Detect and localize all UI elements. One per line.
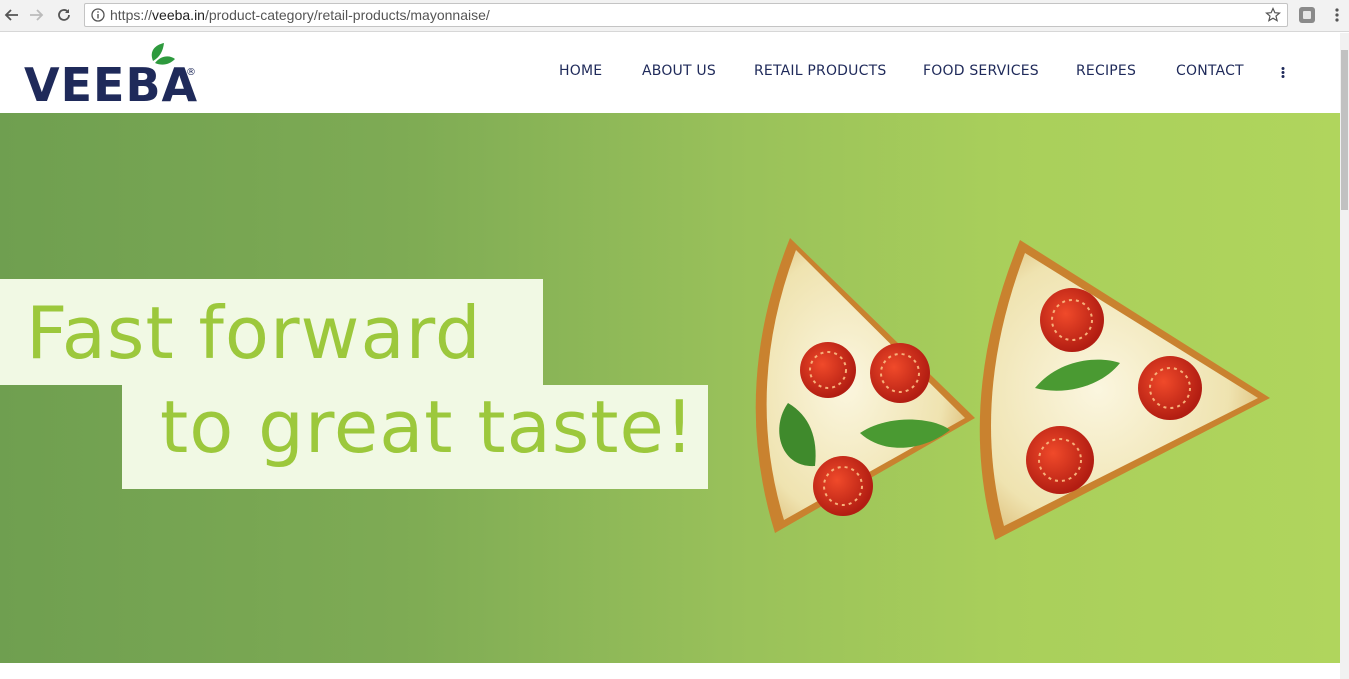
forward-icon[interactable] (26, 5, 46, 25)
scrollbar-thumb[interactable] (1341, 50, 1348, 210)
back-icon[interactable] (2, 5, 22, 25)
reload-icon[interactable] (54, 5, 74, 25)
nav-recipes[interactable]: RECIPES (1076, 63, 1136, 79)
star-icon[interactable] (1265, 7, 1281, 23)
pizza-slices-image (730, 228, 1290, 548)
nav-contact[interactable]: CONTACT (1176, 63, 1244, 79)
hero-headline-line2: to great taste! (160, 385, 695, 469)
hero-headline-line1: Fast forward (26, 291, 482, 375)
hero-banner: Fast forward to great taste! (0, 113, 1340, 663)
url-text: https://veeba.in/product-category/retail… (110, 7, 490, 23)
nav-retail-products[interactable]: RETAIL PRODUCTS (754, 63, 886, 79)
nav-food-services[interactable]: FOOD SERVICES (923, 63, 1039, 79)
address-bar[interactable]: https://veeba.in/product-category/retail… (84, 3, 1288, 27)
vertical-dots-icon[interactable] (1279, 66, 1287, 80)
url-host: veeba.in (152, 7, 205, 23)
url-scheme: https:// (110, 7, 153, 23)
extension-icon[interactable] (1298, 6, 1316, 24)
url-path: /product-category/retail-products/mayonn… (204, 7, 490, 23)
nav-about-us[interactable]: ABOUT US (642, 63, 716, 79)
nav-home[interactable]: HOME (559, 63, 602, 79)
menu-icon[interactable] (1330, 6, 1344, 24)
site-header: VEEBA ® HOME ABOUT US RETAIL PRODUCTS FO… (0, 33, 1340, 113)
info-icon[interactable] (91, 8, 105, 22)
browser-toolbar: https://veeba.in/product-category/retail… (0, 0, 1349, 32)
main-navigation: HOME ABOUT US RETAIL PRODUCTS FOOD SERVI… (0, 63, 1340, 83)
